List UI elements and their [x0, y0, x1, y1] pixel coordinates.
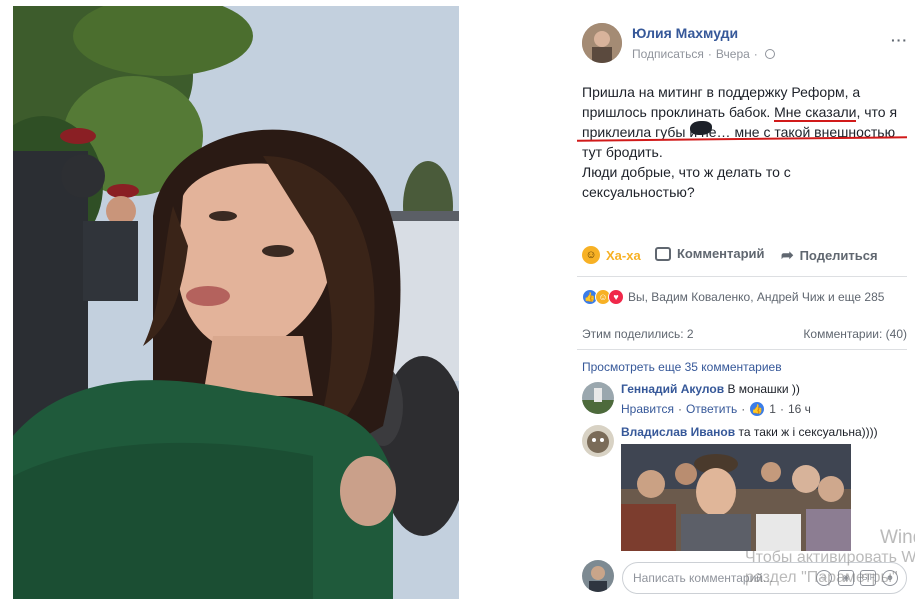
shares-count[interactable]: Этим поделились: 2: [582, 327, 694, 341]
comment-reply-link[interactable]: Ответить: [686, 402, 737, 416]
comment-text: В монашки )): [727, 382, 800, 396]
comment-like-link[interactable]: Нравится: [621, 402, 674, 416]
comment-label: Комментарий: [677, 246, 765, 261]
view-more-comments[interactable]: Просмотреть еще 35 комментариев: [582, 360, 782, 374]
like-reaction-icon: 👍: [749, 401, 766, 417]
post-photo[interactable]: [13, 6, 459, 599]
share-icon: ➦: [781, 247, 794, 264]
watermark-line: Window: [880, 527, 915, 548]
watermark-line: раздел "Параметры": [745, 569, 898, 586]
commenter-avatar-image: [582, 382, 614, 414]
commenter-avatar[interactable]: [582, 382, 614, 414]
post-text-line: тут бродить.: [582, 144, 663, 160]
selfie-image: [13, 6, 459, 599]
comment-time[interactable]: 16 ч: [788, 402, 811, 416]
comment-like-count[interactable]: 1: [769, 402, 776, 416]
my-avatar[interactable]: [582, 560, 614, 592]
post-text-line: Люди добрые, что ж делать то с сексуальн…: [582, 164, 791, 200]
commenter-avatar-image: [582, 425, 614, 457]
post-text: Пришла на митинг в поддержку Реформ, а п…: [582, 82, 902, 202]
comment-button[interactable]: Комментарий: [655, 246, 765, 261]
commenter-avatar[interactable]: [582, 425, 614, 457]
reactions-text: Вы, Вадим Коваленко, Андрей Чиж и еще 28…: [628, 290, 885, 304]
author-avatar[interactable]: [582, 23, 622, 63]
love-reaction-icon: ♥: [608, 289, 624, 305]
globe-icon: [764, 49, 775, 59]
windows-activation-watermark: Window Чтобы активировать Wi раздел "Пар…: [745, 528, 915, 588]
post-text-fragment: , что я: [856, 104, 898, 120]
meta-separator: ·: [707, 47, 712, 61]
post-text-line: Пришла на митинг в поддержку Реформ, а: [582, 84, 861, 100]
share-button[interactable]: ➦ Поделиться: [781, 246, 878, 264]
follow-link[interactable]: Подписаться: [632, 47, 704, 61]
post-text-underlined: Мне сказали: [774, 104, 857, 122]
divider: [577, 276, 907, 277]
commenter-name[interactable]: Геннадий Акулов: [621, 382, 724, 396]
my-avatar-image: [582, 560, 614, 592]
comment-body: Владислав Иванов та таки ж і сексуальна)…: [621, 425, 878, 439]
post-time[interactable]: Вчера: [716, 47, 750, 61]
meta-separator: ·: [753, 47, 758, 61]
comment-text: та таки ж і сексуальна)))): [738, 425, 878, 439]
comment-icon: [655, 246, 671, 261]
post-text-line: пришлось проклинать бабок. Мне сказали, …: [582, 102, 902, 122]
reactions-summary[interactable]: 👍 ☺ ♥ Вы, Вадим Коваленко, Андрей Чиж и …: [582, 289, 884, 305]
meta-separator: ·: [779, 402, 784, 416]
comment-meta: Нравится · Ответить · 👍 1 · 16 ч: [621, 401, 811, 417]
meta-separator: ·: [677, 402, 682, 416]
divider: [577, 349, 907, 350]
comments-count[interactable]: Комментарии: (40): [803, 327, 907, 341]
haha-label: Ха-ха: [606, 247, 641, 263]
post-meta: Подписаться · Вчера ·: [632, 47, 775, 61]
haha-button[interactable]: ☺ Ха-ха: [582, 246, 641, 264]
meta-separator: ·: [741, 402, 746, 416]
haha-icon: ☺: [582, 246, 600, 264]
post-text-fragment: пришлось проклинать бабок.: [582, 104, 775, 120]
share-label: Поделиться: [799, 247, 878, 263]
post-panel: Юлия Махмуди Подписаться · Вчера · ··· Приш…: [565, 6, 915, 599]
scribble-mark: [690, 121, 712, 135]
watermark-line: Чтобы активировать Wi: [745, 549, 915, 566]
comment-body: Геннадий Акулов В монашки )): [621, 382, 800, 396]
author-name[interactable]: Юлия Махмуди: [632, 25, 738, 41]
more-options-icon[interactable]: ···: [891, 32, 908, 48]
commenter-name[interactable]: Владислав Иванов: [621, 425, 735, 439]
author-avatar-image: [582, 23, 622, 63]
